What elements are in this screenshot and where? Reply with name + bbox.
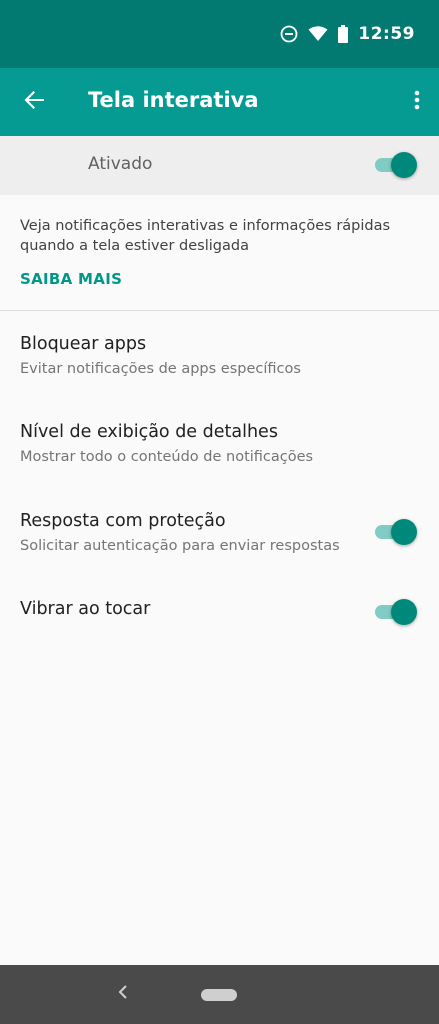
more-vert-icon [414,90,420,114]
nav-home-pill[interactable] [201,989,237,1001]
page-title: Tela interativa [88,88,259,112]
switch-thumb [391,519,417,545]
pref-title: Vibrar ao tocar [20,599,151,619]
pref-summary: Mostrar todo o conteúdo de notificações [20,449,314,465]
master-switch-row[interactable]: Ativado [0,136,439,195]
pref-detail-level[interactable]: Nível de exibição de detalhes Mostrar to… [0,422,439,482]
switch-thumb [391,152,417,178]
divider [0,310,439,311]
pref-vibrate-on-touch[interactable]: Vibrar ao tocar [0,599,439,629]
navigation-bar [0,965,439,1024]
nav-back-button[interactable] [112,983,134,1005]
status-time: 12:59 [358,24,415,44]
pref-title: Bloquear apps [20,334,147,354]
status-bar: 12:59 [0,0,439,68]
chevron-left-icon [117,984,129,1004]
screen: 12:59 Tela interativa Ativado Veja notif… [0,0,439,1024]
wifi-icon [308,26,328,42]
pref-block-apps[interactable]: Bloquear apps Evitar notificações de app… [0,334,439,394]
switch-thumb [391,599,417,625]
pref-title: Nível de exibição de detalhes [20,422,278,442]
app-bar: Tela interativa [0,68,439,136]
secure-reply-toggle[interactable] [375,519,417,545]
back-button[interactable] [14,82,54,122]
description-text: Veja notificações interativas e informaç… [20,218,391,254]
status-icons: 12:59 [280,22,415,46]
vibrate-toggle[interactable] [375,599,417,625]
pref-secure-reply[interactable]: Resposta com proteção Solicitar autentic… [0,511,439,571]
do-not-disturb-icon [280,25,298,43]
battery-icon [338,25,349,43]
master-switch-label: Ativado [88,154,153,174]
more-options-button[interactable] [405,82,429,122]
learn-more-link[interactable]: SAIBA MAIS [20,270,122,288]
arrow-back-icon [23,89,45,115]
pref-title: Resposta com proteção [20,511,226,531]
pref-summary: Evitar notificações de apps específicos [20,361,301,377]
pref-summary: Solicitar autenticação para enviar respo… [20,538,340,554]
master-switch-toggle[interactable] [375,152,417,178]
